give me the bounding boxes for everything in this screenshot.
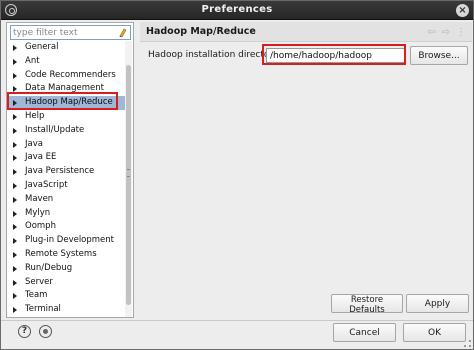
tree-item-label: Oomph — [25, 221, 56, 232]
tree-item-label: Remote Systems — [25, 248, 97, 259]
preferences-window: Preferences × General Ant Code Recommender… — [0, 0, 474, 350]
tree-item[interactable]: Oomph — [7, 220, 126, 234]
tree-item[interactable]: Java Persistence — [7, 165, 126, 179]
expand-arrow-icon[interactable] — [13, 210, 17, 217]
expand-arrow-icon[interactable] — [13, 127, 17, 134]
apply-button[interactable]: Apply — [406, 294, 469, 313]
cancel-button[interactable]: Cancel — [333, 323, 396, 342]
tree-item-label: Java Persistence — [25, 166, 95, 177]
tree-item[interactable]: Remote Systems — [7, 248, 126, 262]
tree-item[interactable]: Install/Update — [7, 124, 126, 138]
tree-item[interactable]: Maven — [7, 193, 126, 207]
tree-item-label: Team — [25, 290, 48, 301]
expand-arrow-icon[interactable] — [13, 279, 17, 286]
expand-arrow-icon[interactable] — [13, 182, 17, 189]
preference-tree: General Ant Code Recommenders Data Manageme… — [7, 41, 126, 317]
tree-item-label: Code Recommenders — [25, 69, 116, 80]
help-icon[interactable]: ? — [18, 325, 31, 338]
browse-button[interactable]: Browse... — [410, 46, 468, 65]
tree-item[interactable]: Run/Debug — [7, 262, 126, 276]
tree-item-label: Maven — [25, 193, 54, 204]
tree-item-label: Plug-in Development — [25, 235, 115, 246]
expand-arrow-icon[interactable] — [13, 196, 17, 203]
page-nav: ⇦ ⇨ ⋮ — [427, 27, 466, 38]
tree-item[interactable]: Java EE — [7, 151, 126, 165]
expand-arrow-icon[interactable] — [13, 155, 17, 162]
tree-item-label: Java — [25, 138, 43, 149]
tree-item-label: Server — [25, 276, 53, 287]
tree-item[interactable]: JavaScript — [7, 179, 126, 193]
tree-item[interactable]: Mylyn — [7, 207, 126, 221]
tree-item-label: Run/Debug — [25, 262, 73, 273]
tree-item[interactable]: General — [7, 41, 126, 55]
expand-arrow-icon[interactable] — [13, 169, 17, 176]
close-icon[interactable]: × — [456, 4, 469, 17]
tree-item-label: Mylyn — [25, 207, 51, 218]
tree-scrollbar[interactable] — [125, 41, 132, 317]
install-dir-input[interactable] — [266, 48, 406, 63]
forward-arrow-icon[interactable]: ⇨ — [442, 27, 450, 38]
tree-item[interactable]: Ant — [7, 55, 126, 69]
expand-arrow-icon[interactable] — [13, 113, 17, 120]
tree-item[interactable]: Team — [7, 289, 126, 303]
expand-arrow-icon[interactable] — [13, 45, 17, 51]
view-menu-icon[interactable]: ⋮ — [456, 27, 466, 38]
expand-arrow-icon[interactable] — [13, 307, 17, 314]
filter-field[interactable] — [10, 25, 131, 40]
tree-item-label: General — [25, 42, 59, 52]
expand-arrow-icon[interactable] — [13, 58, 17, 65]
footer-divider — [1, 320, 473, 321]
tree-item[interactable]: Plug-in Development — [7, 234, 126, 248]
filter-input[interactable] — [13, 27, 113, 38]
tree-item[interactable]: Code Recommenders — [7, 69, 126, 83]
expand-arrow-icon[interactable] — [13, 100, 17, 107]
tree-item[interactable]: Help — [7, 110, 126, 124]
tree-item-label: JavaScript — [25, 179, 68, 190]
tree-item[interactable]: Server — [7, 276, 126, 290]
back-arrow-icon[interactable]: ⇦ — [427, 27, 435, 38]
install-dir-label: Hadoop installation directory: — [148, 50, 281, 60]
tree-item-label: Install/Update — [25, 124, 85, 135]
tree-item-label: Help — [25, 110, 45, 121]
tree-item-label: Terminal — [25, 304, 61, 315]
tree-item[interactable]: Data Management — [7, 82, 126, 96]
ok-button[interactable]: OK — [403, 323, 466, 342]
tree-item[interactable]: Java — [7, 138, 126, 152]
expand-arrow-icon[interactable] — [13, 251, 17, 258]
page-title: Hadoop Map/Reduce — [146, 26, 256, 37]
resize-grip[interactable] — [464, 340, 471, 347]
expand-arrow-icon[interactable] — [13, 141, 17, 148]
tree-item-label: Hadoop Map/Reduce — [25, 97, 113, 108]
expand-arrow-icon[interactable] — [13, 72, 17, 79]
preference-page: Hadoop Map/Reduce ⇦ ⇨ ⋮ Hadoop installat… — [140, 22, 472, 318]
preference-tree-pane: General Ant Code Recommenders Data Manageme… — [6, 22, 134, 318]
expand-arrow-icon[interactable] — [13, 238, 17, 245]
expand-arrow-icon[interactable] — [13, 265, 17, 272]
tree-item[interactable]: Hadoop Map/Reduce — [7, 96, 126, 110]
window-title: Preferences — [201, 4, 273, 15]
scrollbar-grip — [127, 169, 130, 177]
tree-item-label: Java EE — [25, 152, 57, 163]
tree-item-label: Data Management — [25, 83, 104, 94]
expand-arrow-icon[interactable] — [13, 224, 17, 231]
tree-item-label: Ant — [25, 55, 40, 66]
tree-item[interactable]: Terminal — [7, 303, 126, 317]
record-macro-icon[interactable] — [39, 325, 52, 338]
restore-defaults-button[interactable]: Restore Defaults — [331, 294, 403, 315]
title-bar[interactable]: Preferences × — [1, 1, 473, 20]
expand-arrow-icon[interactable] — [13, 293, 17, 300]
scrollbar-thumb[interactable] — [126, 65, 131, 305]
clear-filter-icon[interactable] — [118, 27, 128, 38]
expand-arrow-icon[interactable] — [13, 86, 17, 93]
page-header: Hadoop Map/Reduce ⇦ ⇨ ⋮ — [140, 22, 472, 42]
